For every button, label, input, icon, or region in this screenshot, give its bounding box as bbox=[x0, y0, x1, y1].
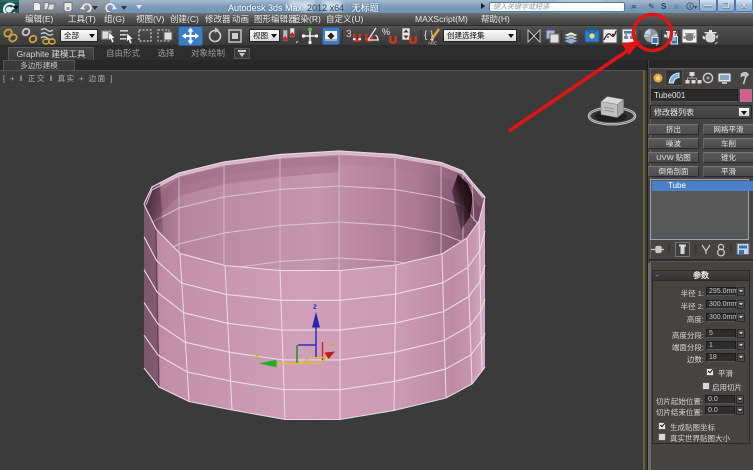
svg-text:x: x bbox=[330, 339, 335, 348]
svg-text:3: 3 bbox=[346, 29, 352, 40]
svg-text:%: % bbox=[382, 27, 390, 37]
svg-text:z: z bbox=[313, 302, 317, 311]
svg-text:ABC: ABC bbox=[428, 41, 438, 46]
svg-text:y: y bbox=[255, 351, 260, 360]
